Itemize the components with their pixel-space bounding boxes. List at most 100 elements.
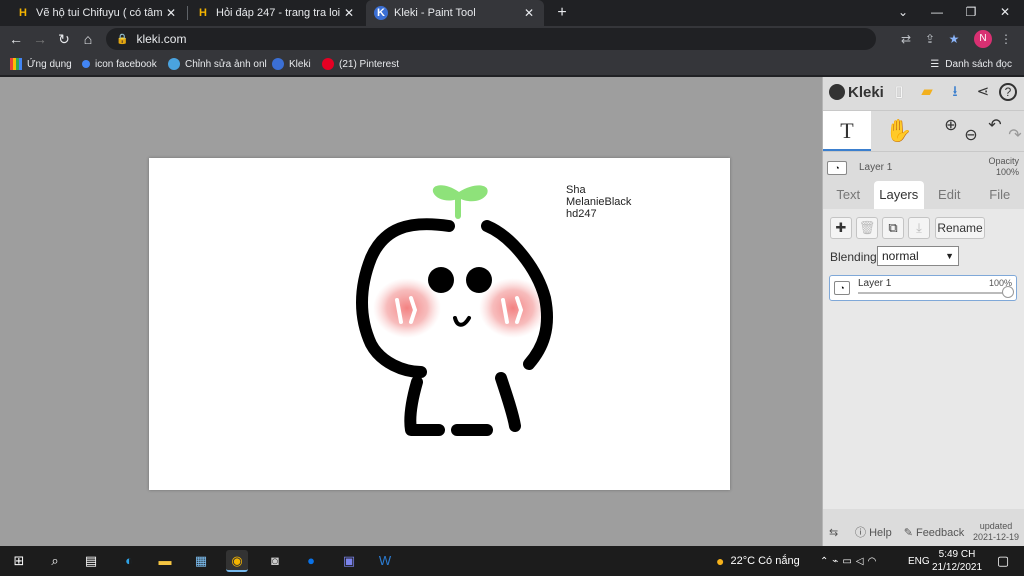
hoidap-favicon-icon: H (19, 7, 27, 19)
sun-icon: ● (716, 553, 725, 569)
notification-icon[interactable]: ▢ (992, 550, 1014, 572)
kleki-favicon-icon: K (374, 6, 388, 20)
canvas-drawing (356, 185, 554, 436)
task-view-icon[interactable]: ▤ (80, 550, 102, 572)
tab-text[interactable]: Text (823, 181, 874, 209)
bookmark-label: Kleki (289, 58, 311, 70)
hoidap-favicon-icon: H (199, 7, 207, 19)
new-image-icon[interactable]: ▯ (889, 82, 909, 102)
reload-button[interactable]: ↻ (54, 29, 74, 49)
bookmark-photo-edit[interactable]: Chỉnh sửa ảnh onl (168, 52, 267, 76)
new-tab-button[interactable]: + (552, 3, 572, 23)
search-icon[interactable]: ⌕ (44, 550, 66, 572)
close-icon[interactable]: ✕ (522, 6, 536, 20)
battery-icon: ▭ (842, 555, 856, 567)
tab-file[interactable]: File (975, 181, 1024, 209)
kleki-logo: Kleki (829, 84, 884, 101)
open-folder-icon[interactable]: ▰ (917, 82, 937, 102)
help-icon[interactable]: ? (999, 83, 1017, 101)
tab-search-icon[interactable]: ⌄ (886, 0, 920, 26)
right-leg (495, 372, 521, 432)
help-circle-icon: ⓘ (855, 527, 866, 539)
volume-icon: ◁ (855, 555, 868, 567)
layer-preview-icon[interactable]: ◔ (827, 161, 847, 175)
swap-side-icon[interactable]: ⇆ (829, 526, 849, 539)
lock-icon: 🔒 (116, 33, 129, 45)
camera-icon[interactable]: ◙ (264, 550, 286, 572)
reading-list-button[interactable]: ☰ Danh sách đọc (930, 52, 1012, 76)
help-button[interactable]: ⓘ Help (855, 524, 892, 540)
drawing-canvas[interactable]: Sha MelanieBlack hd247 (149, 158, 730, 490)
menu-icon[interactable]: ⋮ (996, 29, 1016, 49)
text-tool-button[interactable]: T (823, 111, 871, 151)
layer-opacity-handle[interactable] (1002, 286, 1014, 298)
store-icon[interactable]: ▦ (190, 550, 212, 572)
panel-header: Kleki ▯ ▰ ⭳ ⋖ ? (823, 77, 1024, 107)
window-close-button[interactable]: ✕ (988, 0, 1022, 26)
signature-line: hd247 (566, 208, 597, 220)
bookmark-pinterest[interactable]: (21) Pinterest (322, 52, 399, 76)
chrome-icon[interactable]: ◉ (226, 550, 248, 572)
browser-tab-1[interactable]: H Vẽ hộ tui Chifuyu ( có tâm nha) M ✕ (8, 0, 186, 26)
download-icon[interactable]: ⭳ (945, 82, 965, 102)
updated-date: 2021-12-19 (972, 532, 1019, 542)
feedback-icon: ✎ (903, 526, 913, 539)
layer-list-item[interactable]: ◔ Layer 1 100% (829, 275, 1017, 301)
hand-tool-icon[interactable]: ✋ (875, 111, 923, 151)
bookmarks-bar: Ứng dụng icon facebook Chỉnh sửa ảnh onl… (0, 52, 1024, 76)
system-tray-icons[interactable]: ⌃ ⌁ ▭ ◁ ◠ (820, 546, 880, 576)
zalo-icon[interactable]: ● (300, 550, 322, 572)
close-icon[interactable]: ✕ (342, 6, 356, 20)
opacity-label: Opacity (988, 156, 1019, 166)
sprout-leaf-right (459, 185, 488, 202)
feedback-button[interactable]: ✎ Feedback (904, 526, 965, 539)
merge-down-button[interactable]: ⤓ (908, 217, 930, 239)
tab-title: Hỏi đáp 247 - trang tra loi (216, 7, 341, 19)
duplicate-layer-button[interactable]: ⧉ (882, 217, 904, 239)
signature-text: Sha MelanieBlack hd247 (566, 184, 631, 220)
windows-start-icon[interactable]: ⊞ (8, 550, 30, 572)
address-bar[interactable]: 🔒 kleki.com (106, 28, 876, 50)
teams-icon[interactable]: ▣ (338, 550, 360, 572)
profile-avatar[interactable]: N (974, 30, 992, 48)
blending-select[interactable]: normal ▼ (877, 246, 959, 266)
edge-icon[interactable]: ◐ (118, 550, 140, 572)
bookmark-kleki[interactable]: Kleki (272, 52, 311, 76)
language-indicator[interactable]: ENG (908, 546, 930, 576)
translate-icon[interactable]: ⇄ (896, 29, 916, 49)
share-icon[interactable]: ⇪ (920, 29, 940, 49)
bookmark-apps[interactable]: Ứng dụng (10, 52, 72, 76)
file-explorer-icon[interactable]: ▬ (154, 550, 176, 572)
bookmark-label: (21) Pinterest (339, 58, 400, 70)
reading-list-label: Danh sách đọc (945, 58, 1012, 70)
forward-button[interactable]: → (30, 29, 50, 49)
close-icon[interactable]: ✕ (164, 6, 178, 20)
panel-tabs: Text Layers Edit File (823, 181, 1024, 209)
rename-layer-button[interactable]: Rename (935, 217, 985, 239)
browser-tab-2[interactable]: H Hỏi đáp 247 - trang tra loi ✕ (188, 0, 364, 26)
browser-tab-3[interactable]: K Kleki - Paint Tool ✕ (366, 0, 544, 26)
kleki-logo-text: Kleki (848, 83, 884, 101)
back-button[interactable]: ← (6, 29, 26, 49)
share-icon[interactable]: ⋖ (973, 82, 993, 102)
bookmark-facebook[interactable]: icon facebook (82, 52, 157, 76)
taskbar-clock[interactable]: 5:49 CH 21/12/2021 (932, 548, 982, 574)
home-button[interactable]: ⌂ (78, 29, 98, 49)
restore-button[interactable]: ❐ (954, 0, 988, 26)
blending-label: Blending (830, 250, 877, 264)
chevron-up-icon: ⌃ (820, 555, 833, 567)
layer-opacity-slider[interactable] (858, 292, 1008, 294)
word-icon[interactable]: W (374, 550, 396, 572)
right-eye (466, 267, 492, 293)
minimize-button[interactable]: — (920, 0, 954, 26)
weather-widget[interactable]: ● 22°C Có nắng (716, 546, 800, 576)
delete-layer-button[interactable]: 🗑 (856, 217, 878, 239)
add-layer-button[interactable]: ✚ (830, 217, 852, 239)
tab-edit[interactable]: Edit (924, 181, 975, 209)
canvas-workspace[interactable]: Sha MelanieBlack hd247 (0, 77, 822, 546)
tab-layers[interactable]: Layers (873, 181, 924, 209)
bookmark-star-icon[interactable]: ★ (944, 29, 964, 49)
reading-list-icon: ☰ (930, 58, 940, 70)
opacity-value: 100% (995, 167, 1019, 177)
updated-label: updated (979, 521, 1013, 531)
